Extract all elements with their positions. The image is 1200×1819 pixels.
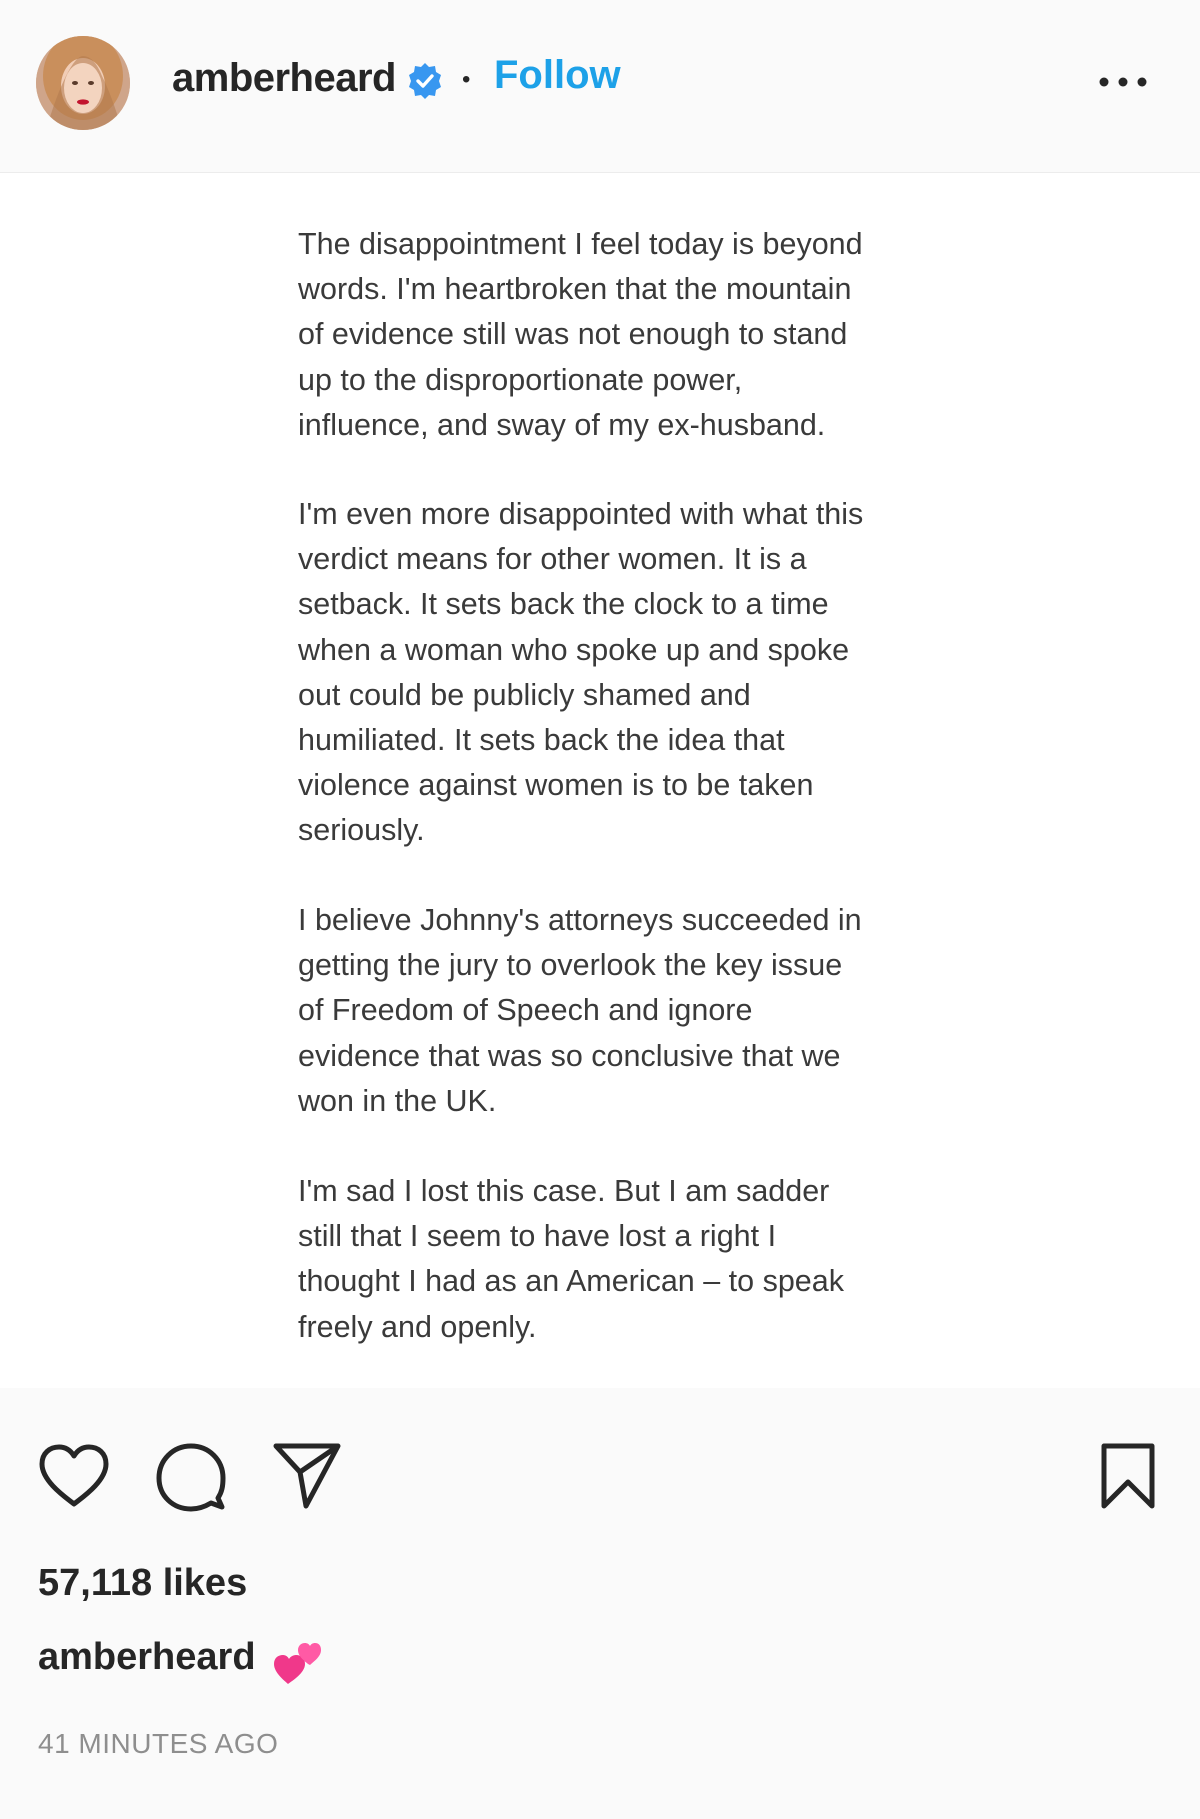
comment-icon[interactable] bbox=[156, 1442, 226, 1512]
share-icon[interactable] bbox=[272, 1442, 342, 1510]
post-paragraph-3: I believe Johnny's attorneys succeeded i… bbox=[298, 903, 862, 1118]
post-username[interactable]: amberheard bbox=[172, 56, 396, 101]
post-image: The disappointment I feel today is beyon… bbox=[0, 173, 1200, 1388]
avatar[interactable] bbox=[36, 36, 130, 130]
post-paragraph-4: I'm sad I lost this case. But I am sadde… bbox=[298, 1174, 844, 1344]
post-paragraph-1: The disappointment I feel today is beyon… bbox=[298, 227, 863, 442]
heart-icon[interactable] bbox=[38, 1444, 110, 1508]
more-options-icon[interactable] bbox=[1096, 62, 1150, 102]
post-actions: 57,118 likes amberheard 41 MINUTES AGO bbox=[0, 1388, 1200, 1819]
caption-username[interactable]: amberheard bbox=[38, 1636, 256, 1679]
likes-count[interactable]: 57,118 likes bbox=[38, 1562, 247, 1605]
post-paragraph-2: I'm even more disappointed with what thi… bbox=[298, 497, 864, 848]
two-hearts-emoji bbox=[274, 1643, 321, 1684]
follow-button[interactable]: Follow bbox=[494, 53, 621, 98]
bookmark-icon[interactable] bbox=[1098, 1442, 1158, 1512]
avatar-image bbox=[36, 36, 130, 130]
separator-dot: • bbox=[462, 66, 471, 93]
verified-badge-icon bbox=[409, 63, 441, 99]
post-header: amberheard • Follow bbox=[0, 0, 1200, 173]
post-timestamp: 41 MINUTES AGO bbox=[38, 1728, 279, 1759]
